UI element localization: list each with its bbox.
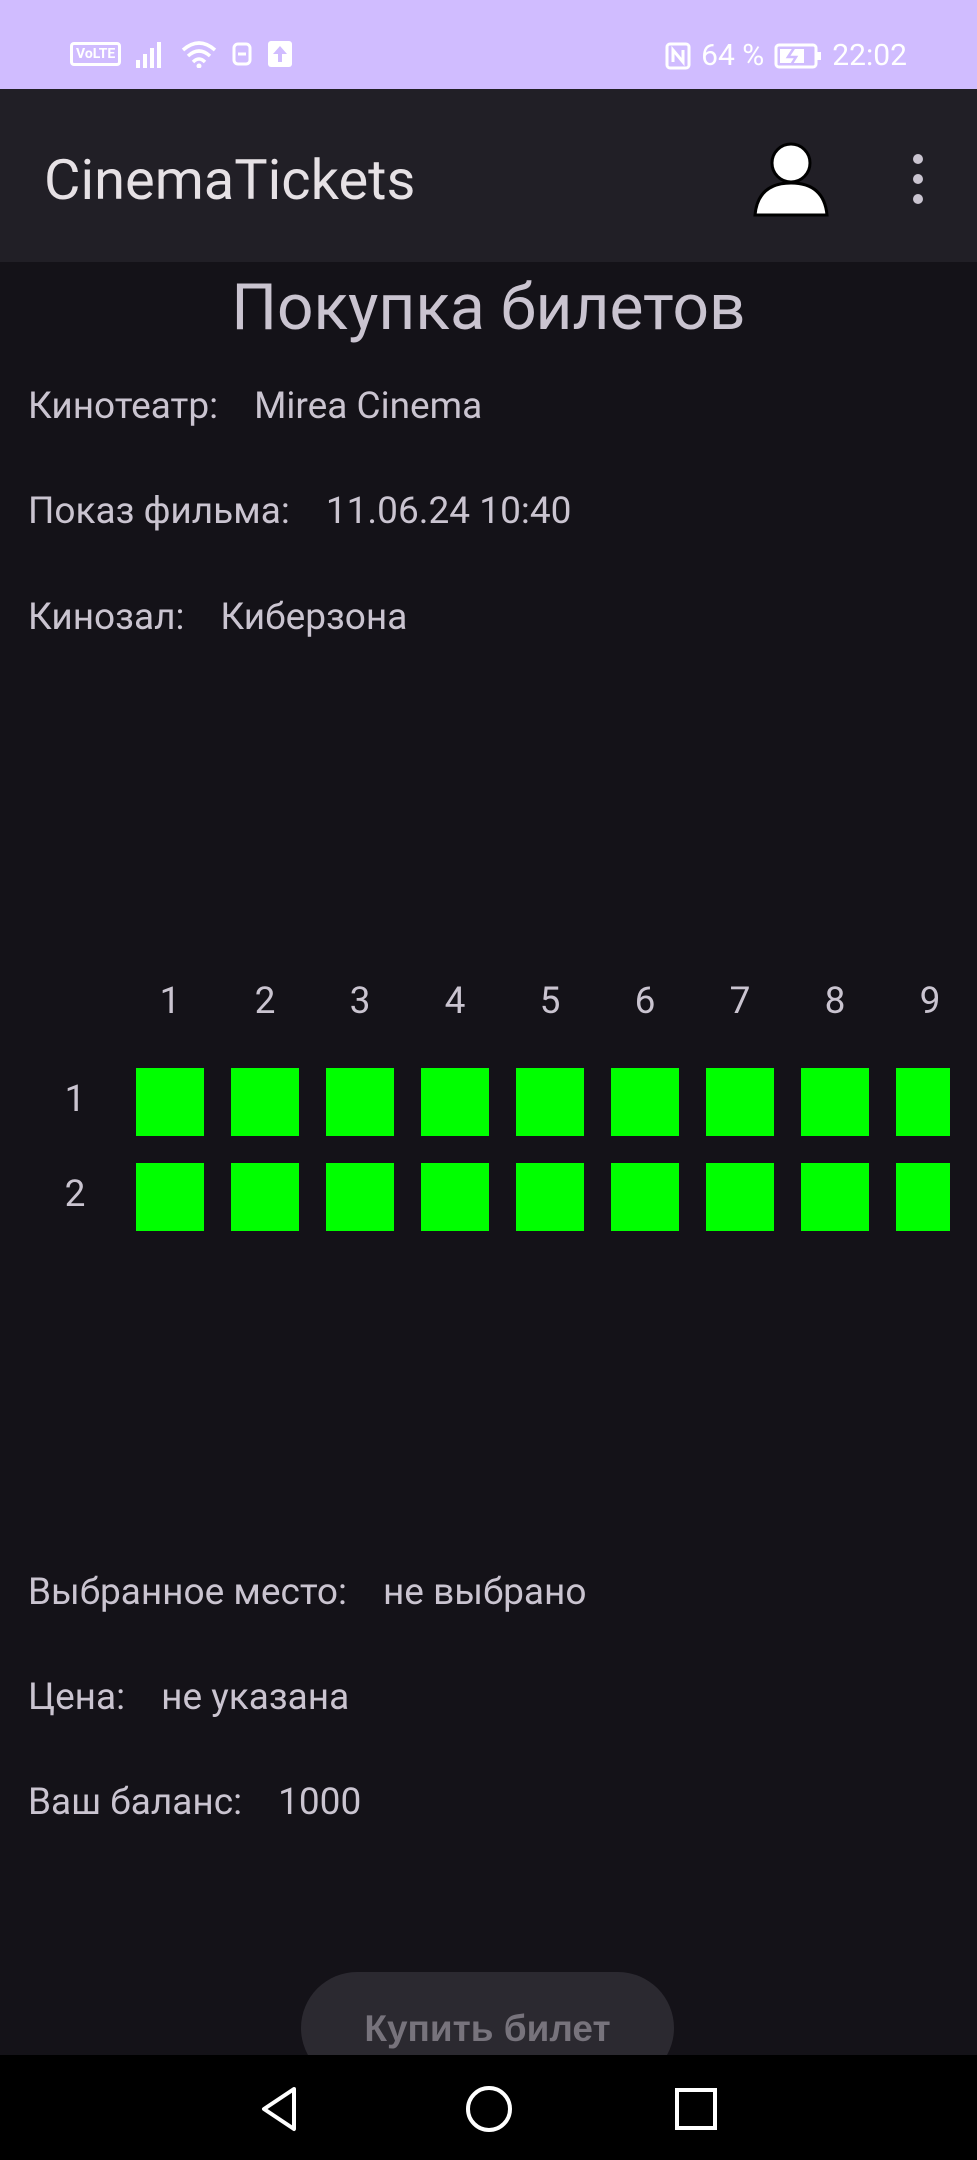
price-row: Цена: не указана [28,1676,349,1719]
show-label: Показ фильма: [28,490,290,533]
more-vert-icon[interactable] [900,151,936,207]
hall-label: Кинозал: [28,596,185,639]
home-icon[interactable] [461,2081,517,2137]
cinema-row: Кинотеатр: Mirea Cinema [28,385,482,428]
app-title: CinemaTickets [44,147,416,213]
balance-label: Ваш баланс: [28,1781,243,1824]
seat-button[interactable] [801,1163,869,1231]
seat-row-number: 1 [64,1078,86,1121]
app-bar: CinemaTickets [0,89,977,262]
seat-button[interactable] [706,1163,774,1231]
status-left: VoLTE [70,40,293,68]
wifi-icon [182,41,217,68]
signal-icon [136,42,162,68]
selected-seat-label: Выбранное место: [28,1571,347,1614]
seat-button[interactable] [516,1163,584,1231]
seat-column-number: 4 [444,980,466,1023]
seat-button[interactable] [136,1068,204,1136]
seat-row-number: 2 [64,1173,86,1216]
show-value: 11.06.24 10:40 [325,490,572,533]
selected-seat-value: не выбрано [382,1571,587,1614]
seat-button[interactable] [326,1068,394,1136]
seat-button[interactable] [896,1163,950,1231]
navigation-bar [0,2055,977,2160]
seat-button[interactable] [896,1068,950,1136]
battery-percent: 64 % [701,38,765,73]
seat-column-number: 1 [159,980,181,1023]
status-bar: VoLTE 64 % 22:02 [0,0,977,89]
selected-seat-row: Выбранное место: не выбрано [28,1571,586,1614]
clock: 22:02 [832,38,907,73]
seat-button[interactable] [611,1068,679,1136]
account-icon[interactable] [750,137,832,219]
cinema-value: Mirea Cinema [254,385,483,428]
battery-charging-icon [774,43,822,68]
data-saver-icon [232,42,252,66]
status-right: 64 % 22:02 [665,38,907,73]
recents-icon[interactable] [668,2081,724,2137]
seat-button[interactable] [421,1068,489,1136]
cinema-label: Кинотеатр: [28,385,219,428]
volte-icon: VoLTE [70,42,122,66]
nfc-icon [665,42,691,69]
price-value: не указана [161,1676,350,1719]
seat-button[interactable] [136,1163,204,1231]
seat-button[interactable] [231,1163,299,1231]
seat-button[interactable] [611,1163,679,1231]
seat-column-number: 5 [539,980,561,1023]
balance-row: Ваш баланс: 1000 [28,1781,361,1824]
seat-column-number: 7 [729,980,751,1023]
balance-value: 1000 [278,1781,362,1824]
show-row: Показ фильма: 11.06.24 10:40 [28,490,571,533]
seat-column-number: 3 [349,980,371,1023]
seat-column-number: 6 [634,980,656,1023]
price-label: Цена: [28,1676,126,1719]
seat-grid: 1 2 3 4 5 6 7 8 9 1 2 [0,980,977,1240]
hall-value: Киберзона [220,596,408,639]
seat-button[interactable] [516,1068,584,1136]
seat-button[interactable] [231,1068,299,1136]
seat-button[interactable] [801,1068,869,1136]
seat-column-number: 9 [919,980,941,1023]
upload-icon [268,41,293,67]
hall-row: Кинозал: Киберзона [28,596,407,639]
seat-column-number: 8 [824,980,846,1023]
seat-column-number: 2 [254,980,276,1023]
seat-button[interactable] [421,1163,489,1231]
back-icon[interactable] [252,2081,308,2137]
page-title: Покупка билетов [231,270,746,345]
seat-button[interactable] [706,1068,774,1136]
seat-button[interactable] [326,1163,394,1231]
